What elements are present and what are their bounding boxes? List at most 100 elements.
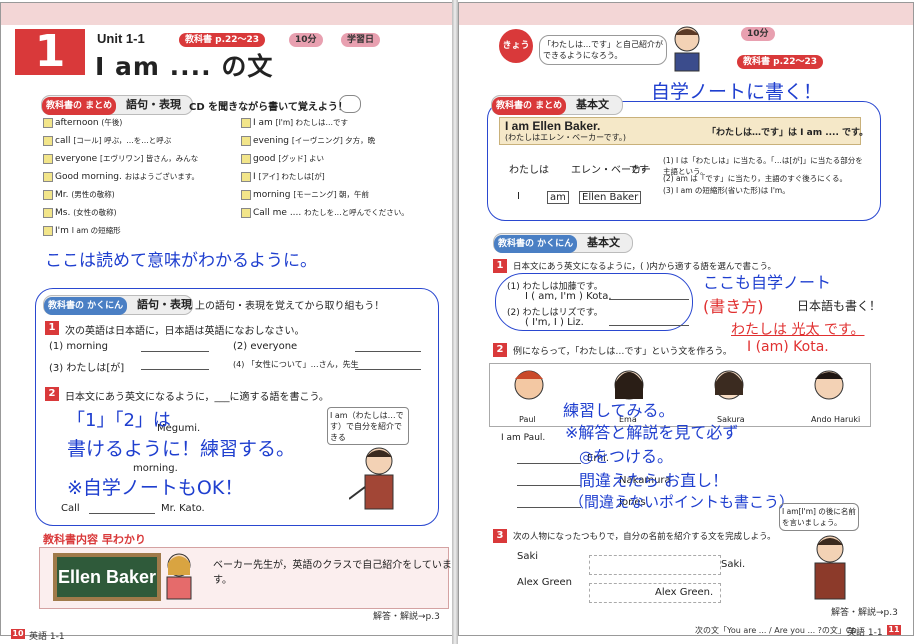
vocab-meaning: (午後): [101, 118, 123, 127]
vocab-checkbox[interactable]: [43, 171, 53, 182]
note-practice-4: 間違えたら お直し！: [579, 471, 729, 490]
kakunin-bar: 教科書の かくにん 基本文: [493, 233, 633, 253]
diag-en-3: Ellen Baker: [579, 191, 642, 204]
person-label-1: Paul: [519, 415, 536, 424]
vocab-checkbox[interactable]: [241, 171, 251, 182]
vocab-item: Mr. (男性の敬称): [43, 189, 115, 200]
kakunin-bar: 教科書の かくにん 語句・表現: [43, 295, 193, 315]
q1-answer-1[interactable]: [609, 299, 689, 300]
q2-number: 2: [493, 343, 507, 357]
q2-answer-3[interactable]: [89, 513, 155, 514]
header-band: [459, 3, 913, 25]
q1-number: 1: [45, 321, 59, 335]
q3-name-1: Saki: [517, 551, 539, 562]
q2-text: 例にならって，「わたしは…です」という文を作ろう。: [513, 347, 732, 357]
note-read: ここは読めて意味がわかるように。: [45, 251, 317, 271]
textbook-pill: 教科書 p.22〜23: [737, 55, 824, 69]
vocab-checkbox[interactable]: [43, 207, 53, 218]
answer-ref: 解答・解説→p.3: [373, 612, 440, 622]
q1-answer-3[interactable]: [141, 369, 209, 370]
vocab-word: good: [253, 154, 279, 164]
boy-illustration: [674, 26, 700, 72]
vocab-checkbox[interactable]: [43, 189, 53, 200]
person-ando: [814, 370, 844, 400]
example-en-red: I (am) Kota.: [747, 339, 829, 355]
teacher-man-illustration: [814, 535, 846, 600]
footer-label: 英語 1-1: [29, 632, 65, 642]
q3-name-2: Alex Green: [517, 577, 572, 588]
vocab-checkbox[interactable]: [241, 153, 251, 164]
vocab-word: afternoon: [55, 118, 102, 128]
vocab-item: call [コール] 呼ぶ，…を…と呼ぶ: [43, 135, 171, 146]
footer-page-box: 10: [11, 629, 25, 639]
example-ja: (わたしはエレン・ベーカーです。): [505, 133, 626, 142]
example-ja-red: わたしは 光太 です。: [731, 322, 865, 338]
q2-answer-1[interactable]: [517, 463, 581, 464]
q2-answer-2[interactable]: [517, 485, 581, 486]
vocab-checkbox[interactable]: [43, 117, 53, 128]
vocab-meaning: わたしを…と呼んでください。: [304, 208, 409, 217]
q1-answer-2[interactable]: [355, 351, 421, 352]
q1-number: 1: [493, 259, 507, 273]
kakunin-section: 基本文: [586, 236, 620, 249]
q1-answer-2[interactable]: [609, 325, 689, 326]
left-page: 1 Unit 1-1 I am .... の文 教科書 p.22〜23 10分 …: [0, 2, 454, 642]
matome-section-title: 語句・表現: [125, 98, 181, 111]
lesson-number: 1: [15, 29, 85, 75]
vocab-item: morning [モーニング] 朝，午前: [241, 189, 369, 200]
vocab-item: Good morning. おはようございます。: [43, 171, 199, 182]
q1-item-2: (2) everyone: [233, 341, 298, 352]
vocab-word: Good morning.: [55, 172, 125, 182]
vocab-checkbox[interactable]: [241, 117, 251, 128]
q3-text: 次の人物になったつもりで，自分の名前を紹介する文を完成しよう。: [513, 532, 776, 542]
example-en: I am Ellen Baker.: [505, 119, 601, 133]
q3-answer-box-1[interactable]: [589, 555, 721, 575]
q1-answer-1[interactable]: [141, 351, 209, 352]
note-practice-5: （間違えないポイントも書こう）: [569, 493, 795, 511]
vocab-checkbox[interactable]: [43, 153, 53, 164]
vocab-meaning: (女性の敬称): [73, 208, 117, 217]
vocab-meaning: [アイ] わたしは[が]: [258, 172, 325, 181]
vocab-checkbox[interactable]: [241, 189, 251, 200]
vocab-word: I'm: [55, 226, 72, 236]
vocab-list: afternoon (午後) I am [I'm] わたしは…です call [コー…: [43, 117, 438, 242]
diag-ja-1: わたしは: [509, 165, 549, 176]
vocab-word: call: [55, 136, 74, 146]
note-nihongo: 日本語も書く！: [797, 299, 882, 313]
vocab-word: Call me ....: [253, 208, 305, 218]
matome-bar: 教科書の まとめ 基本文: [491, 95, 623, 115]
vocab-item: I'm I am の短縮形: [43, 225, 121, 236]
note-write-1: 「1」「2」は: [67, 410, 171, 431]
vocab-word: Ms.: [55, 208, 74, 218]
matome-bar: 教科書の まとめ 語句・表現: [41, 95, 193, 115]
goal-tag: きょうの目標: [499, 29, 533, 85]
vocab-item: Call me .... わたしを…と呼んでください。: [241, 207, 409, 218]
vocab-meaning: [グッド] よい: [278, 154, 325, 163]
diag-ja-3: です: [629, 165, 649, 176]
textbook-pill: 教科書 p.22〜23: [179, 33, 266, 47]
matome-tag: 教科書の まとめ: [492, 97, 567, 115]
q3-answer-1: Saki.: [721, 559, 746, 570]
right-page: きょうの目標 「わたしは…です」と自己紹介ができるようになろう。 10分 教科書…: [458, 2, 914, 638]
footer-page-box: 11: [887, 625, 901, 635]
cd-icon: [339, 95, 361, 113]
vocab-checkbox[interactable]: [241, 135, 251, 146]
vocab-checkbox[interactable]: [43, 225, 53, 236]
vocab-meaning: [I'm] わたしは…です: [275, 118, 348, 127]
diag-en-2: am: [547, 191, 569, 204]
hayawakari-text: ベーカー先生が，英語のクラスで自己紹介をしています。: [213, 560, 452, 586]
vocab-checkbox[interactable]: [241, 207, 251, 218]
note-kakikata: (書き方): [703, 297, 764, 316]
q1-item-3: (3) わたしは[が]: [49, 363, 125, 374]
footer-next: 次の文「You are ... / Are you ... ?の文」Cp.: [695, 626, 860, 635]
teacher-illustration: [349, 447, 394, 510]
note-jigaku: 自学ノートに書く！: [651, 81, 823, 103]
q1-answer-4[interactable]: [355, 369, 421, 370]
vocab-checkbox[interactable]: [43, 135, 53, 146]
vocab-meaning: おはようございます。: [124, 172, 199, 181]
people-illustrations: [514, 370, 844, 400]
vocab-meaning: I am の短縮形: [71, 226, 121, 235]
note-also: ここも自学ノート: [703, 273, 832, 292]
vocab-item: evening [イーヴニング] 夕方，晩: [241, 135, 375, 146]
diag-note-2: (2) am は「です」に当たり，主語のすぐ後ろにくる。: [663, 174, 847, 183]
